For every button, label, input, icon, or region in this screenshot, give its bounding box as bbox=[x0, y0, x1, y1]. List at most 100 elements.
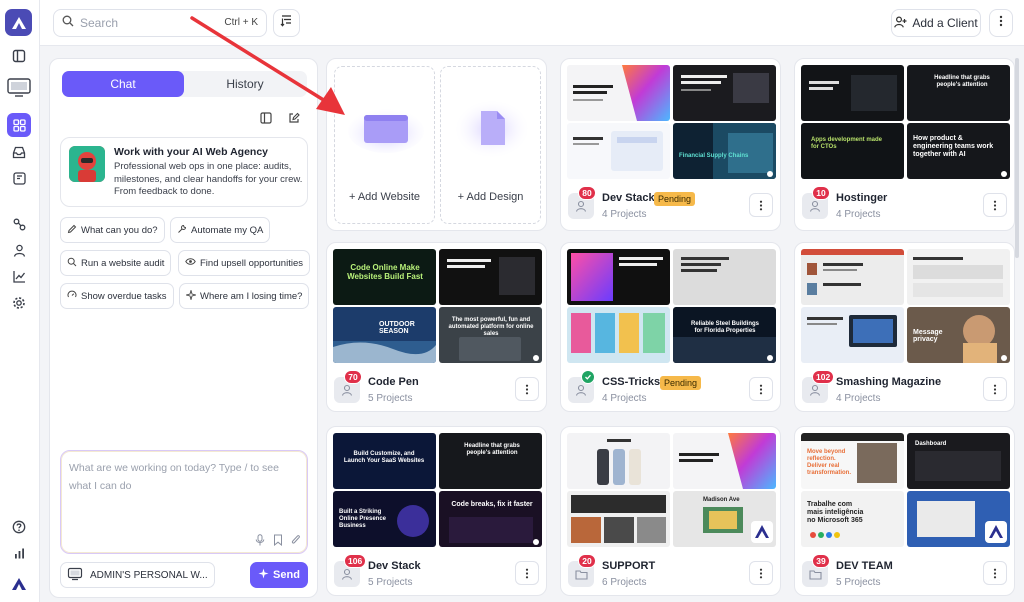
card-menu-button[interactable] bbox=[983, 193, 1007, 217]
card-menu-button[interactable] bbox=[749, 561, 773, 585]
suggestion-overdue-tasks[interactable]: Show overdue tasks bbox=[60, 283, 174, 309]
add-design-button[interactable]: + Add Design bbox=[440, 66, 541, 224]
sparkle-icon bbox=[258, 568, 269, 582]
suggestion-upsell[interactable]: Find upsell opportunities bbox=[178, 250, 310, 276]
card-menu-button[interactable] bbox=[515, 377, 539, 401]
client-card[interactable]: Reliable Steel Buildings for Florida Pro… bbox=[560, 242, 781, 412]
suggestion-label: What can you do? bbox=[81, 224, 158, 236]
status-badge: Pending bbox=[660, 376, 702, 390]
agency-intro-card: Work with your AI Web Agency Professiona… bbox=[60, 137, 308, 207]
card-menu-button[interactable] bbox=[515, 561, 539, 585]
project-count: 4 Projects bbox=[602, 393, 647, 404]
kebab-icon bbox=[525, 384, 529, 394]
bookmark-icon[interactable] bbox=[271, 533, 285, 547]
kebab-icon bbox=[759, 384, 763, 394]
suggestion-automate-qa[interactable]: Automate my QA bbox=[170, 217, 271, 243]
brand-mark-icon[interactable] bbox=[7, 572, 31, 596]
client-name: SUPPORT bbox=[602, 560, 656, 572]
thumb-caption: Build Customize, and Launch Your SaaS We… bbox=[343, 451, 425, 464]
client-thumbnails: Code Online Make Websites Build Fast OUT… bbox=[333, 249, 542, 363]
site-thumbnail bbox=[907, 491, 1010, 547]
thumb-caption: Headline that grabs people's attention bbox=[464, 443, 520, 456]
chat-panel: Chat History Work with your AI Web Agenc… bbox=[49, 58, 318, 598]
project-count: 5 Projects bbox=[368, 393, 413, 404]
inbox-icon[interactable] bbox=[7, 140, 31, 164]
card-menu-button[interactable] bbox=[983, 377, 1007, 401]
agency-avatar bbox=[69, 146, 105, 182]
chat-composer bbox=[60, 450, 308, 554]
new-chat-icon[interactable] bbox=[285, 109, 303, 127]
dashboard-grid-icon[interactable] bbox=[7, 113, 31, 137]
notification-badge: 10 bbox=[812, 186, 830, 200]
add-website-label: + Add Website bbox=[348, 191, 421, 203]
workspace-selector[interactable]: ADMIN'S PERSONAL W... bbox=[60, 562, 215, 588]
search-input[interactable] bbox=[80, 16, 200, 30]
microphone-icon[interactable] bbox=[253, 533, 267, 547]
client-thumbnails: Reliable Steel Buildings for Florida Pro… bbox=[567, 249, 776, 363]
site-thumbnail: Build Customize, and Launch Your SaaS We… bbox=[333, 433, 436, 489]
suggestion-label: Show overdue tasks bbox=[81, 290, 167, 302]
suggestion-what-can-you-do[interactable]: What can you do? bbox=[60, 217, 165, 243]
add-new-card: + Add Website + Add Design bbox=[326, 58, 547, 231]
client-card[interactable]: Madison Ave 20 SUPPORT 6 Projects bbox=[560, 426, 781, 596]
notification-badge: 106 bbox=[344, 554, 367, 568]
pencil-icon bbox=[67, 224, 77, 237]
kebab-icon bbox=[999, 14, 1003, 32]
wrench-icon bbox=[177, 224, 187, 237]
add-user-icon bbox=[894, 15, 907, 31]
user-icon bbox=[809, 384, 821, 396]
thumb-caption: Financial Supply Chains bbox=[679, 153, 749, 159]
attachment-icon[interactable] bbox=[289, 533, 303, 547]
site-thumbnail: How product & engineering teams work tog… bbox=[907, 123, 1010, 179]
client-card[interactable]: Move beyond reflection. Deliver real tra… bbox=[794, 426, 1015, 596]
kebab-icon bbox=[993, 384, 997, 394]
site-thumbnail: Built a Striking Online Presence Busines… bbox=[333, 491, 436, 547]
search-box[interactable]: Ctrl + K bbox=[53, 9, 267, 37]
sort-button[interactable] bbox=[273, 9, 300, 37]
panel-collapse-icon[interactable] bbox=[257, 109, 275, 127]
client-card[interactable]: Financial Supply Chains 80 Dev Stack Pen… bbox=[560, 58, 781, 231]
suggestion-label: Automate my QA bbox=[191, 224, 264, 236]
stats-icon[interactable] bbox=[7, 541, 31, 565]
project-count: 4 Projects bbox=[602, 209, 647, 220]
monitor-icon[interactable] bbox=[4, 75, 34, 101]
client-card[interactable]: Build Customize, and Launch Your SaaS We… bbox=[326, 426, 547, 596]
scrollbar-thumb[interactable] bbox=[1015, 58, 1019, 258]
clock-icon bbox=[67, 290, 77, 303]
agency-title: Work with your AI Web Agency bbox=[114, 146, 269, 158]
chat-input[interactable] bbox=[69, 459, 299, 519]
client-card[interactable]: Message privacy 102 Smashing Magazine 4 … bbox=[794, 242, 1015, 412]
sidebar-toggle-icon[interactable] bbox=[7, 44, 31, 68]
integrations-icon[interactable] bbox=[7, 212, 31, 236]
add-client-button[interactable]: Add a Client bbox=[891, 9, 981, 37]
board-icon[interactable] bbox=[7, 166, 31, 190]
app-logo[interactable] bbox=[5, 9, 32, 36]
add-website-button[interactable]: + Add Website bbox=[334, 66, 435, 224]
suggestion-website-audit[interactable]: Run a website audit bbox=[60, 250, 172, 276]
status-badge: Pending bbox=[654, 192, 696, 206]
card-menu-button[interactable] bbox=[749, 193, 773, 217]
more-options-button[interactable] bbox=[989, 9, 1013, 37]
analytics-icon[interactable] bbox=[7, 264, 31, 288]
notification-badge: 20 bbox=[578, 554, 596, 568]
user-icon[interactable] bbox=[7, 238, 31, 262]
site-thumbnail: Headline that grabs people's attention bbox=[907, 65, 1010, 121]
card-menu-button[interactable] bbox=[749, 377, 773, 401]
send-button[interactable]: Send bbox=[250, 562, 308, 588]
user-icon bbox=[809, 200, 821, 212]
client-card[interactable]: Headline that grabs people's attention A… bbox=[794, 58, 1015, 231]
site-thumbnail bbox=[801, 249, 904, 305]
gear-icon[interactable] bbox=[7, 291, 31, 315]
tab-history[interactable]: History bbox=[184, 71, 306, 97]
client-card[interactable]: Code Online Make Websites Build Fast OUT… bbox=[326, 242, 547, 412]
help-icon[interactable] bbox=[7, 515, 31, 539]
client-thumbnails: Headline that grabs people's attention A… bbox=[801, 65, 1010, 179]
site-thumbnail: Message privacy bbox=[907, 307, 1010, 363]
suggestion-losing-time[interactable]: Where am I losing time? bbox=[179, 283, 310, 309]
workspace-icon bbox=[67, 567, 83, 584]
thumb-caption: Code Online Make Websites Build Fast bbox=[347, 263, 423, 281]
search-icon bbox=[62, 14, 74, 32]
tab-chat[interactable]: Chat bbox=[62, 71, 184, 97]
card-menu-button[interactable] bbox=[983, 561, 1007, 585]
user-icon bbox=[341, 568, 353, 580]
